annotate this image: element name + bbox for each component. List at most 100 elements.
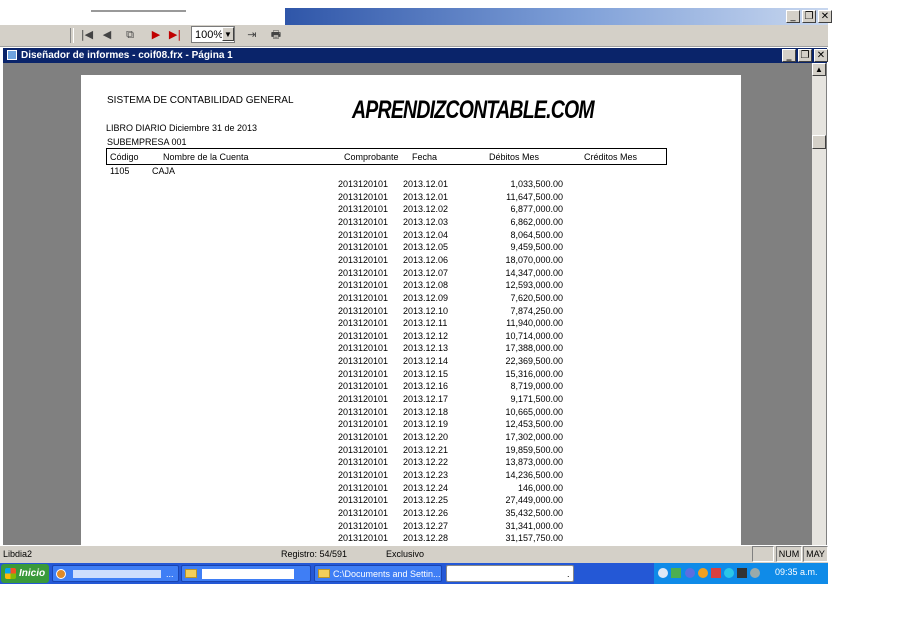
column-header-account-name: Nombre de la Cuenta (163, 152, 249, 162)
row-date: 2013.12.01 (403, 191, 449, 202)
restore-icon[interactable]: ❐ (798, 49, 812, 62)
row-date: 2013.12.04 (403, 229, 449, 240)
task-browser[interactable]: ... (52, 565, 179, 582)
row-voucher: 2013120101 (338, 444, 389, 455)
scroll-thumb[interactable] (812, 135, 826, 149)
column-header-code: Código (110, 152, 139, 162)
row-debit: 12,453,500.00 (505, 419, 563, 430)
title-bar-scribble (91, 10, 186, 12)
task-browser-ellipsis: ... (166, 569, 174, 579)
last-page-icon[interactable]: ▶| (167, 27, 183, 43)
row-voucher: 2013120101 (338, 469, 389, 480)
row-debit: 9,459,500.00 (510, 242, 563, 253)
row-debit: 7,874,250.00 (510, 305, 563, 316)
column-header-voucher: Comprobante (344, 152, 399, 162)
close-icon[interactable]: ✕ (814, 49, 828, 62)
row-debit: 17,302,000.00 (505, 432, 563, 442)
alert-icon[interactable] (711, 568, 721, 578)
minimize-icon[interactable]: _ (782, 49, 796, 62)
row-voucher: 2013120101 (338, 457, 389, 468)
status-table: Libdia2 (3, 549, 33, 559)
row-date: 2013.12.05 (403, 242, 449, 253)
row-voucher: 2013120101 (338, 507, 389, 518)
row-debit: 8,064,500.00 (510, 229, 563, 240)
row-date: 2013.12.15 (403, 368, 449, 379)
row-debit: 19,859,500.00 (505, 444, 563, 455)
row-debit: 14,236,500.00 (505, 469, 563, 480)
row-date: 2013.12.14 (403, 356, 449, 367)
status-empty-cell (752, 546, 774, 562)
zoom-value: 100% (195, 29, 224, 41)
row-debit: 11,940,000.00 (506, 318, 563, 329)
row-date: 2013.12.24 (403, 482, 449, 493)
row-debit: 10,665,000.00 (505, 406, 563, 417)
report-company: SUBEMPRESA 001 (107, 137, 187, 147)
windows-logo-icon (5, 568, 16, 579)
row-voucher: 2013120101 (338, 533, 389, 544)
vertical-scrollbar[interactable]: ▲ (812, 63, 826, 545)
next-page-icon[interactable]: ▶ (150, 27, 162, 43)
row-debit: 31,341,000.00 (505, 520, 563, 531)
restore-icon[interactable]: ❐ (802, 10, 816, 23)
chevron-down-icon[interactable]: ▼ (222, 27, 234, 41)
row-voucher: 2013120101 (338, 280, 389, 291)
row-debit: 14,347,000.00 (505, 267, 563, 278)
app-window-controls: _ ❐ ✕ (786, 10, 832, 23)
row-voucher: 2013120101 (338, 318, 389, 329)
minimize-icon[interactable]: _ (786, 10, 800, 23)
row-voucher: 2013120101 (338, 482, 389, 493)
row-date: 2013.12.18 (403, 406, 449, 417)
row-voucher: 2013120101 (338, 381, 389, 392)
row-debit: 6,862,000.00 (510, 216, 563, 227)
row-date: 2013.12.01 (403, 179, 449, 189)
task-folder-1[interactable] (181, 565, 311, 582)
task-blank[interactable]: . (446, 565, 574, 582)
start-button[interactable]: Inicio (1, 564, 49, 583)
row-voucher: 2013120101 (338, 179, 389, 189)
row-voucher: 2013120101 (338, 242, 389, 253)
row-date: 2013.12.13 (403, 343, 449, 354)
copy-icon[interactable]: ⧉ (122, 27, 138, 43)
task-folder-label: C:\Documents and Settin... (333, 569, 441, 579)
close-preview-icon[interactable]: ⇥ (243, 27, 261, 43)
previous-page-icon[interactable]: ◀ (101, 27, 113, 43)
row-date: 2013.12.20 (403, 432, 449, 442)
print-icon[interactable]: 🖶 (267, 27, 285, 43)
column-header-date: Fecha (412, 152, 438, 162)
report-window-controls: _ ❐ ✕ (782, 49, 828, 62)
row-voucher: 2013120101 (338, 419, 389, 430)
row-debit: 7,620,500.00 (510, 292, 563, 303)
start-label: Inicio (19, 568, 46, 579)
folder-icon (318, 569, 330, 578)
status-mode: Exclusivo (386, 549, 425, 559)
shield-icon[interactable] (671, 568, 681, 578)
messenger-icon[interactable] (724, 568, 734, 578)
clock[interactable]: 09:35 a.m. (775, 567, 818, 577)
task-folder-2[interactable]: C:\Documents and Settin... (314, 565, 442, 582)
task-blank-dot: . (567, 569, 570, 579)
taskbar: Inicio ... C:\Documents and Settin... . … (0, 563, 828, 584)
account-code: 1105 (110, 166, 130, 176)
row-debit: 9,171,500.00 (510, 394, 563, 405)
row-date: 2013.12.16 (403, 381, 449, 392)
row-debit: 11,647,500.00 (506, 191, 563, 202)
row-voucher: 2013120101 (338, 229, 389, 240)
row-date: 2013.12.11 (403, 318, 448, 329)
row-voucher: 2013120101 (338, 394, 389, 405)
row-voucher: 2013120101 (338, 495, 389, 506)
toolbar-grip (70, 28, 74, 43)
row-date: 2013.12.03 (403, 216, 449, 227)
monitor-icon[interactable] (737, 568, 747, 578)
task-label-redacted (73, 570, 161, 578)
report-subtitle: LIBRO DIARIO Diciembre 31 de 2013 (106, 123, 258, 133)
first-page-icon[interactable]: |◀ (80, 27, 94, 43)
row-voucher: 2013120101 (338, 520, 389, 531)
network-icon[interactable] (658, 568, 668, 578)
close-icon[interactable]: ✕ (818, 10, 832, 23)
speaker-icon[interactable] (685, 568, 695, 578)
row-voucher: 2013120101 (338, 204, 389, 215)
row-date: 2013.12.26 (403, 507, 449, 518)
update-icon[interactable] (698, 568, 708, 578)
scroll-up-icon[interactable]: ▲ (812, 63, 826, 76)
clock-app-icon[interactable] (750, 568, 760, 578)
